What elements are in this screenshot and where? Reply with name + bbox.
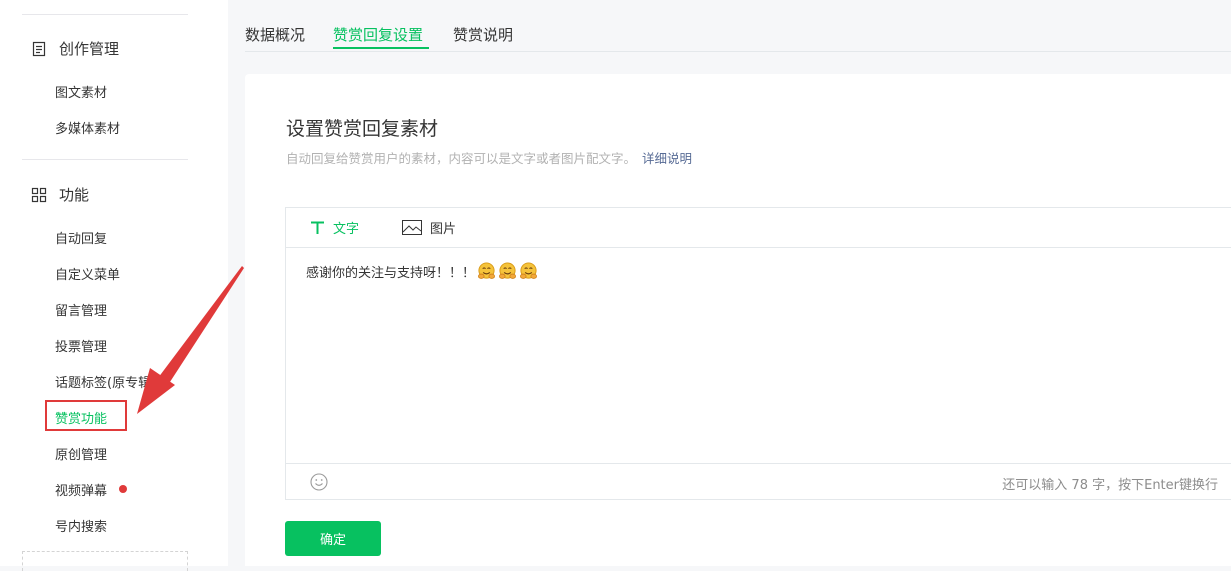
page-title: 设置赞赏回复素材 <box>286 118 439 140</box>
confirm-button[interactable]: 确定 <box>285 521 381 556</box>
sidebar-divider <box>22 14 188 15</box>
hug-emoji-icon <box>520 262 537 279</box>
section-header-features: 功能 <box>31 184 89 205</box>
tab-reward-description[interactable]: 赞赏说明 <box>453 24 513 45</box>
sidebar-item-articles[interactable]: 图文素材 <box>55 82 107 101</box>
tab-active-underline <box>333 47 429 49</box>
sidebar-item-custom-menu[interactable]: 自定义菜单 <box>55 264 120 283</box>
top-tabs: 数据概况 赞赏回复设置 赞赏说明 <box>245 0 1231 52</box>
tab-data-overview[interactable]: 数据概况 <box>245 24 305 45</box>
description-text: 自动回复给赞赏用户的素材，内容可以是文字或者图片配文字。 <box>286 151 637 166</box>
sidebar-divider <box>22 159 188 160</box>
editor-tab-label: 图片 <box>430 222 457 237</box>
notification-dot <box>119 485 127 493</box>
sidebar-item-search[interactable]: 号内搜索 <box>55 516 107 535</box>
grid-icon <box>31 187 47 203</box>
hug-emoji-icon <box>499 262 516 279</box>
editor-tab-text[interactable]: 文字 <box>310 218 359 237</box>
editor-text-area[interactable]: 感谢你的关注与支持呀！！！ <box>306 262 538 281</box>
hug-emoji-icon <box>478 262 495 279</box>
text-icon <box>310 221 325 235</box>
char-counter: 还可以输入 78 字，按下Enter键换行 <box>1002 478 1218 493</box>
editor-footer: 还可以输入 78 字，按下Enter键换行 <box>286 463 1231 501</box>
sidebar: 创作管理 图文素材 多媒体素材 功能 自动回复 自定义菜单 留言管理 投票管理 … <box>0 0 228 571</box>
reply-editor: 文字 图片 感谢你的关注与支持呀！！！ 还可以输入 78 字，按下Enter键换… <box>285 207 1231 500</box>
tab-reward-reply-settings[interactable]: 赞赏回复设置 <box>333 24 423 45</box>
sidebar-item-comments[interactable]: 留言管理 <box>55 300 107 319</box>
section-title: 功能 <box>59 186 90 204</box>
editor-tab-image[interactable]: 图片 <box>402 218 456 237</box>
dashed-placeholder <box>22 551 188 571</box>
settings-card: 设置赞赏回复素材 自动回复给赞赏用户的素材，内容可以是文字或者图片配文字。 详细说… <box>245 74 1231 566</box>
section-header-creation: 创作管理 <box>31 38 119 59</box>
smile-icon[interactable] <box>310 473 328 491</box>
editor-tabs: 文字 图片 <box>286 208 1231 248</box>
sidebar-item-topic-tags[interactable]: 话题标签(原专辑 <box>55 372 151 391</box>
page-description: 自动回复给赞赏用户的素材，内容可以是文字或者图片配文字。 详细说明 <box>286 148 692 167</box>
image-icon <box>402 220 422 235</box>
sidebar-item-votes[interactable]: 投票管理 <box>55 336 107 355</box>
highlight-box <box>45 400 127 431</box>
sidebar-item-auto-reply[interactable]: 自动回复 <box>55 228 107 247</box>
sidebar-item-original[interactable]: 原创管理 <box>55 444 107 463</box>
sidebar-item-media[interactable]: 多媒体素材 <box>55 118 120 137</box>
reply-text: 感谢你的关注与支持呀！！！ <box>306 266 476 281</box>
detail-link[interactable]: 详细说明 <box>642 151 692 166</box>
section-title: 创作管理 <box>59 40 120 58</box>
sidebar-item-video-danmaku[interactable]: 视频弹幕 <box>55 480 107 499</box>
editor-tab-label: 文字 <box>333 222 360 237</box>
document-icon <box>31 41 47 57</box>
